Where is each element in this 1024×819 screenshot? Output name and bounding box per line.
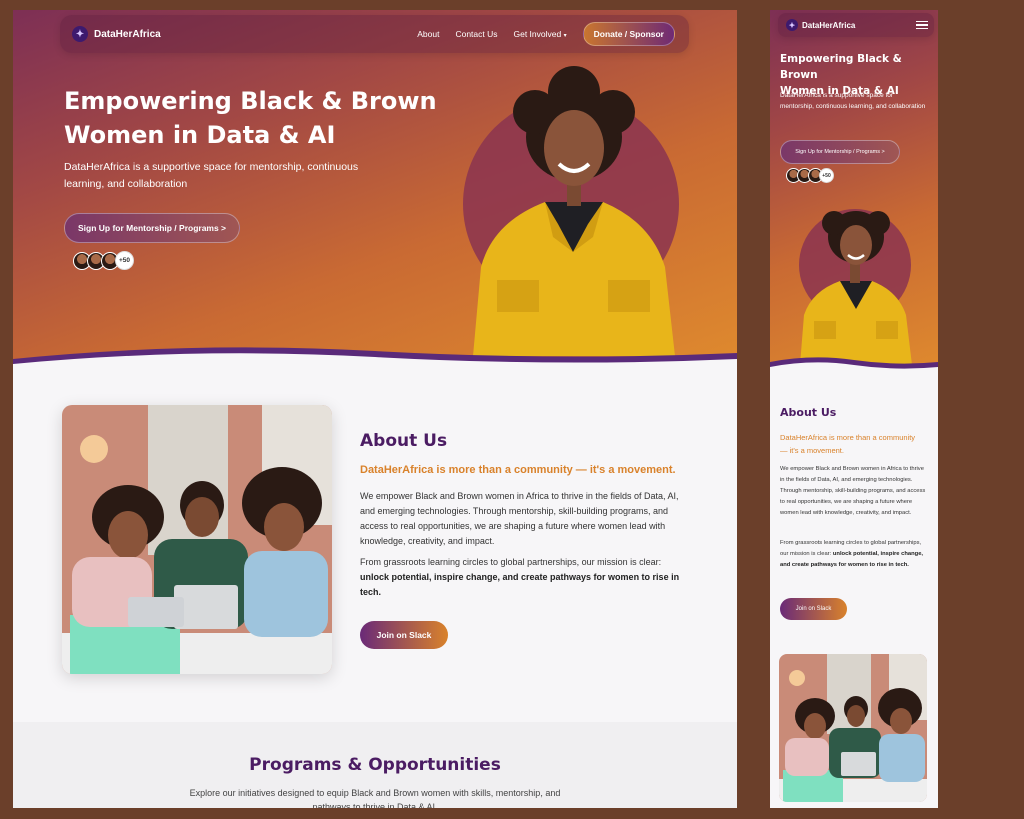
about-paragraph-1: We empower Black and Brown women in Afri… xyxy=(360,491,679,546)
about-photo xyxy=(62,405,332,674)
member-avatars: +50 xyxy=(786,168,834,183)
nav-about-link[interactable]: About xyxy=(417,29,439,39)
about-paragraph-2: From grassroots learning circles to glob… xyxy=(360,555,680,600)
donate-sponsor-button[interactable]: Donate / Sponsor xyxy=(582,22,675,46)
member-avatars: +50 xyxy=(73,251,134,270)
navbar: ✦ DataHerAfrica About Contact Us Get Inv… xyxy=(60,15,689,53)
signup-mentorship-button[interactable]: Sign Up for Mentorship / Programs > xyxy=(64,213,240,243)
nav-get-involved-label: Get Involved xyxy=(513,29,562,39)
avatar-count-badge: +50 xyxy=(115,251,134,270)
nav-contact-link[interactable]: Contact Us xyxy=(455,29,497,39)
about-photo xyxy=(779,654,927,802)
hero-title-line2: Women in Data & AI xyxy=(64,121,336,149)
sparkle-logo-icon: ✦ xyxy=(786,19,798,31)
hamburger-menu-icon[interactable] xyxy=(916,21,928,29)
about-paragraph-2: From grassroots learning circles to glob… xyxy=(780,538,930,571)
programs-title: Programs & Opportunities xyxy=(249,755,501,775)
hero-wave-divider xyxy=(13,347,737,365)
about-tagline: DataHerAfrica is more than a community —… xyxy=(360,464,676,476)
programs-subtitle: Explore our initiatives designed to equi… xyxy=(13,786,737,808)
about-p2-bold: unlock potential, inspire change, and cr… xyxy=(360,572,680,597)
nav-get-involved-dropdown[interactable]: Get Involved ▾ xyxy=(514,29,567,39)
caret-down-icon: ▾ xyxy=(563,33,567,39)
hero-portrait-image xyxy=(799,209,912,365)
avatar-count-badge: +50 xyxy=(819,168,834,183)
hero-title-line1: Empowering Black & Brown xyxy=(64,87,437,115)
hero-wave-divider xyxy=(770,357,938,370)
navbar: ✦ DataHerAfrica xyxy=(778,13,934,37)
brand-name: DataHerAfrica xyxy=(802,20,856,30)
signup-mentorship-button[interactable]: Sign Up for Mentorship / Programs > xyxy=(780,140,900,164)
mobile-preview: ✦ DataHerAfrica Empowering Black & Brown… xyxy=(770,10,938,808)
brand-logo[interactable]: ✦ DataHerAfrica xyxy=(786,19,855,31)
join-slack-button[interactable]: Join on Slack xyxy=(780,598,847,620)
hero-subtitle: DataHerAfrica is a supportive space for … xyxy=(64,161,359,190)
about-title: About Us xyxy=(360,431,448,451)
about-title: About Us xyxy=(780,406,837,419)
join-slack-button[interactable]: Join on Slack xyxy=(360,621,448,649)
hero-title-line1: Empowering Black & Brown xyxy=(780,53,902,81)
about-p2-text: From grassroots learning circles to glob… xyxy=(360,557,662,567)
about-tagline: DataHerAfrica is more than a community —… xyxy=(780,433,916,455)
programs-subtitle-text: Explore our initiatives designed to equi… xyxy=(189,788,561,808)
desktop-preview: ✦ DataHerAfrica About Contact Us Get Inv… xyxy=(13,10,737,808)
about-paragraph-1: We empower Black and Brown women in Afri… xyxy=(780,466,926,516)
hero-portrait-image xyxy=(463,66,679,356)
hero-subtitle: DataHerAfrica is a supportive space for … xyxy=(780,92,926,110)
brand-name: DataHerAfrica xyxy=(94,28,161,40)
brand-logo[interactable]: ✦ DataHerAfrica xyxy=(72,26,161,42)
sparkle-logo-icon: ✦ xyxy=(72,26,88,42)
hero-title: Empowering Black & Brown Women in Data &… xyxy=(64,84,444,152)
